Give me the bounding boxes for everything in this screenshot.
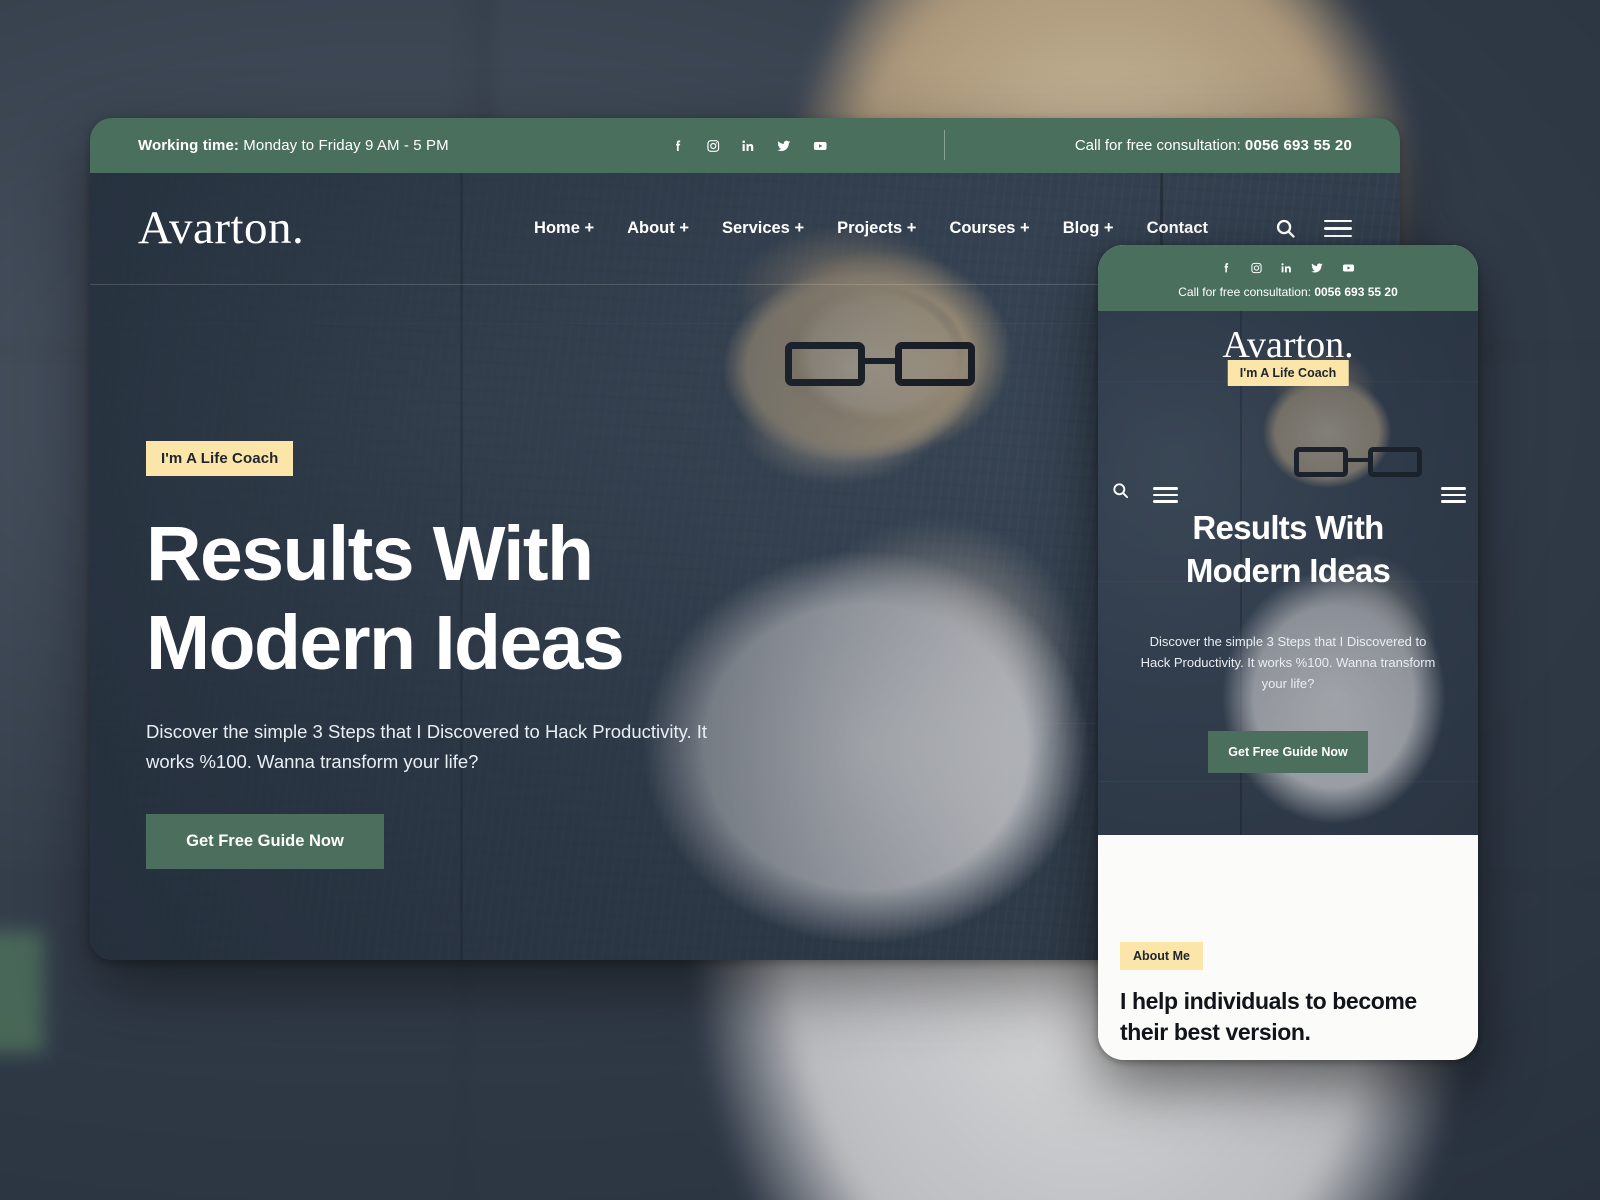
call-label: Call for free consultation: <box>1074 137 1245 154</box>
instagram-icon[interactable] <box>1250 261 1263 275</box>
get-free-guide-button[interactable]: Get Free Guide Now <box>146 814 384 870</box>
secondary-menu-icon[interactable] <box>1441 487 1466 503</box>
working-time: Working time: Monday to Friday 9 AM - 5 … <box>138 137 449 154</box>
mobile-hero-paragraph: Discover the simple 3 Steps that I Disco… <box>1140 634 1436 692</box>
twitter-icon[interactable] <box>1310 261 1324 275</box>
phone-number[interactable]: 0056 693 55 20 <box>1245 137 1352 154</box>
nav-item-about[interactable]: About + <box>627 219 689 238</box>
linkedin-icon[interactable] <box>741 138 756 154</box>
linkedin-icon[interactable] <box>1280 261 1293 275</box>
search-icon[interactable] <box>1111 481 1130 500</box>
mobile-hero: Avarton. I'm A Life Coach Results With M… <box>1098 311 1478 835</box>
facebook-icon[interactable] <box>1220 261 1233 275</box>
nav-item-home[interactable]: Home + <box>534 219 594 238</box>
instagram-icon[interactable] <box>706 138 721 154</box>
mobile-hero-badge: I'm A Life Coach <box>1227 360 1349 386</box>
search-icon[interactable] <box>1274 217 1297 240</box>
working-time-label: Working time: <box>138 137 240 154</box>
menu-icon[interactable] <box>1153 487 1178 503</box>
backdrop-cta: uide N <box>0 930 45 1053</box>
hero-heading: Results With Modern Ideas <box>146 510 786 689</box>
hero-heading-line-2: Modern Ideas <box>146 600 625 687</box>
hero-content: I'm A Life Coach Results With Modern Ide… <box>146 441 786 870</box>
mobile-phone-number[interactable]: 0056 693 55 20 <box>1314 285 1397 299</box>
youtube-icon[interactable] <box>812 138 829 154</box>
nav-item-contact[interactable]: Contact <box>1147 219 1208 238</box>
call-info: Call for free consultation: 0056 693 55 … <box>1075 137 1352 154</box>
about-me-heading: I help individuals to become their best … <box>1120 988 1417 1045</box>
youtube-icon[interactable] <box>1341 261 1356 275</box>
navbar-tools <box>1274 217 1352 240</box>
nav-item-services[interactable]: Services + <box>722 219 804 238</box>
hero-heading-line-1: Results With <box>146 511 594 597</box>
hero-badge: I'm A Life Coach <box>146 441 294 476</box>
menu-icon[interactable] <box>1324 219 1352 238</box>
site-logo[interactable]: Avarton. <box>138 205 304 252</box>
mobile-mockup: Call for free consultation: 0056 693 55 … <box>1098 245 1478 1060</box>
facebook-icon[interactable] <box>671 138 686 154</box>
desktop-topbar: Working time: Monday to Friday 9 AM - 5 … <box>90 118 1400 173</box>
mobile-hero-heading: Results With Modern Ideas <box>1098 507 1478 593</box>
mobile-about-section: About Me I help individuals to become th… <box>1098 835 1478 1060</box>
about-me-badge: About Me <box>1120 942 1203 970</box>
nav-item-blog[interactable]: Blog + <box>1063 219 1114 238</box>
nav-item-courses[interactable]: Courses + <box>949 219 1029 238</box>
mobile-social-links <box>1098 261 1478 275</box>
nav-item-projects[interactable]: Projects + <box>837 219 916 238</box>
main-navigation: Home + About + Services + Projects + Cou… <box>534 219 1208 238</box>
twitter-icon[interactable] <box>776 138 792 154</box>
mobile-hero-heading-line-1: Results With <box>1192 509 1384 546</box>
working-time-value: Monday to Friday 9 AM - 5 PM <box>239 137 449 154</box>
mobile-get-free-guide-button[interactable]: Get Free Guide Now <box>1208 731 1368 773</box>
hero-paragraph: Discover the simple 3 Steps that I Disco… <box>146 720 708 773</box>
mobile-hero-heading-line-2: Modern Ideas <box>1185 551 1391 589</box>
mobile-topbar: Call for free consultation: 0056 693 55 … <box>1098 245 1478 311</box>
mobile-call-label: Call for free consultation: <box>1178 285 1315 299</box>
mobile-call-info: Call for free consultation: 0056 693 55 … <box>1098 285 1478 299</box>
social-links <box>671 138 829 154</box>
topbar-divider <box>944 130 946 160</box>
